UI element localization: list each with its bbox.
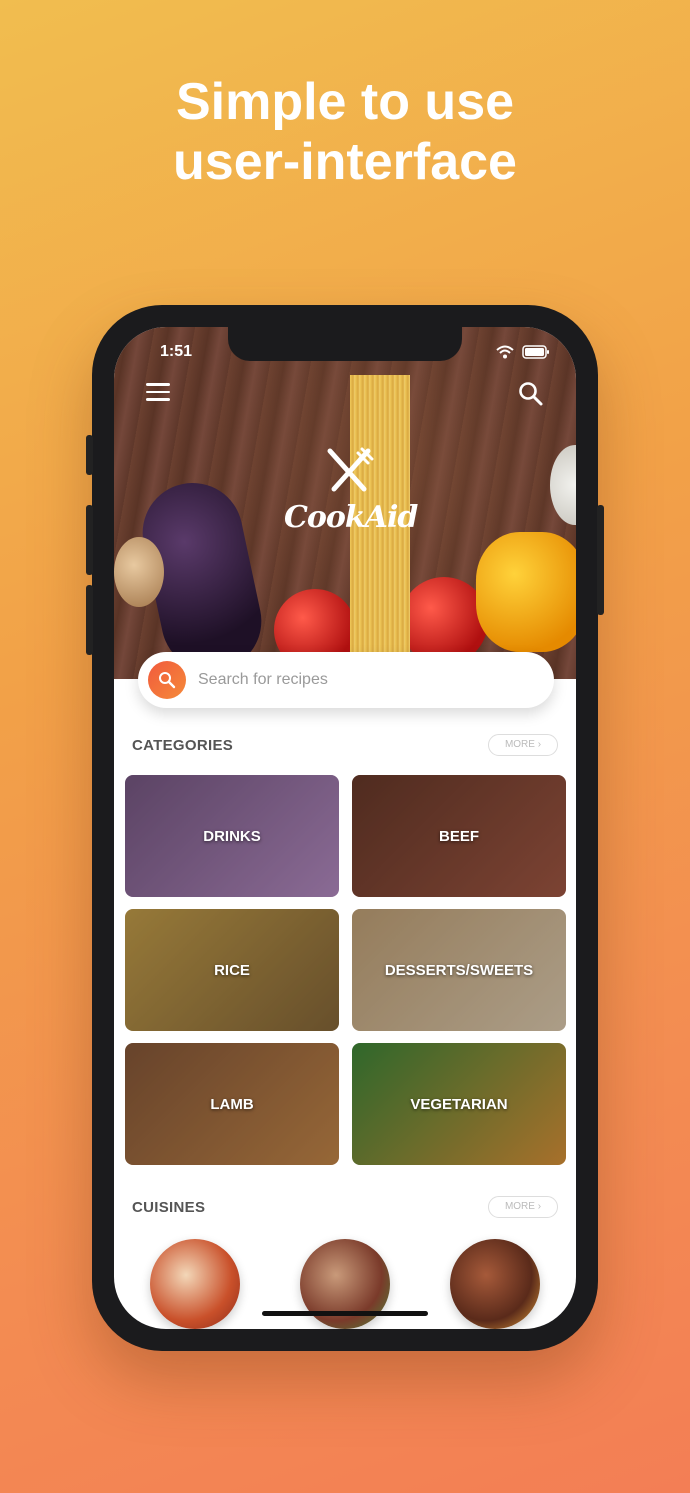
pepper-decor [476, 532, 576, 652]
onion-decor [114, 537, 164, 607]
cuisine-item[interactable] [450, 1239, 540, 1329]
cuisines-more-label: MORE [504, 1201, 535, 1212]
phone-volume-up-button [86, 505, 93, 575]
category-label: RICE [214, 961, 250, 979]
wifi-icon [496, 345, 514, 359]
phone-frame: 1:51 CookAid Search for recipes CATEGORI… [86, 305, 604, 1351]
category-tile-drinks[interactable]: DRINKS [125, 775, 339, 897]
search-icon [159, 672, 176, 689]
cuisines-more-button[interactable]: MORE › [488, 1196, 558, 1218]
categories-title: CATEGORIES [132, 737, 234, 754]
app-logo: CookAid [284, 447, 418, 535]
phone-mute-button [86, 435, 93, 475]
categories-more-label: MORE [504, 739, 535, 750]
categories-more-button[interactable]: MORE › [488, 734, 558, 756]
category-tile-rice[interactable]: RICE [125, 909, 339, 1031]
fork-knife-icon [327, 447, 374, 492]
bowl-decor [550, 445, 576, 525]
headline-line-1: Simple to use [175, 73, 515, 131]
hamburger-menu-icon[interactable] [146, 383, 170, 401]
headline-line-2: user-interface [173, 133, 517, 191]
category-tile-vegetarian[interactable]: VEGETARIAN [352, 1043, 566, 1165]
category-label: BEEF [438, 827, 479, 845]
logo-text: CookAid [284, 500, 418, 535]
category-tile-desserts[interactable]: DESSERTS/SWEETS [352, 909, 566, 1031]
search-button[interactable] [148, 661, 186, 699]
battery-icon [522, 345, 549, 359]
search-icon[interactable] [518, 381, 544, 407]
home-indicator [262, 1311, 428, 1316]
notch [228, 327, 462, 361]
category-tile-lamb[interactable]: LAMB [125, 1043, 339, 1165]
search-bar[interactable]: Search for recipes [138, 652, 554, 708]
cuisines-title: CUISINES [132, 1199, 206, 1216]
cuisine-item[interactable] [150, 1239, 240, 1329]
category-label: LAMB [210, 1095, 254, 1113]
category-label: DESSERTS/SWEETS [384, 961, 534, 979]
phone-power-button [597, 505, 604, 615]
status-icons [496, 345, 550, 359]
phone-volume-down-button [86, 585, 93, 655]
category-label: DRINKS [203, 827, 261, 845]
category-tile-beef[interactable]: BEEF [352, 775, 566, 897]
headline: Simple to use user-interface [0, 72, 690, 192]
category-label: VEGETARIAN [410, 1095, 508, 1113]
status-time: 1:51 [160, 343, 193, 360]
search-input[interactable]: Search for recipes [198, 671, 328, 689]
app-screen: 1:51 CookAid Search for recipes CATEGORI… [114, 327, 576, 1329]
